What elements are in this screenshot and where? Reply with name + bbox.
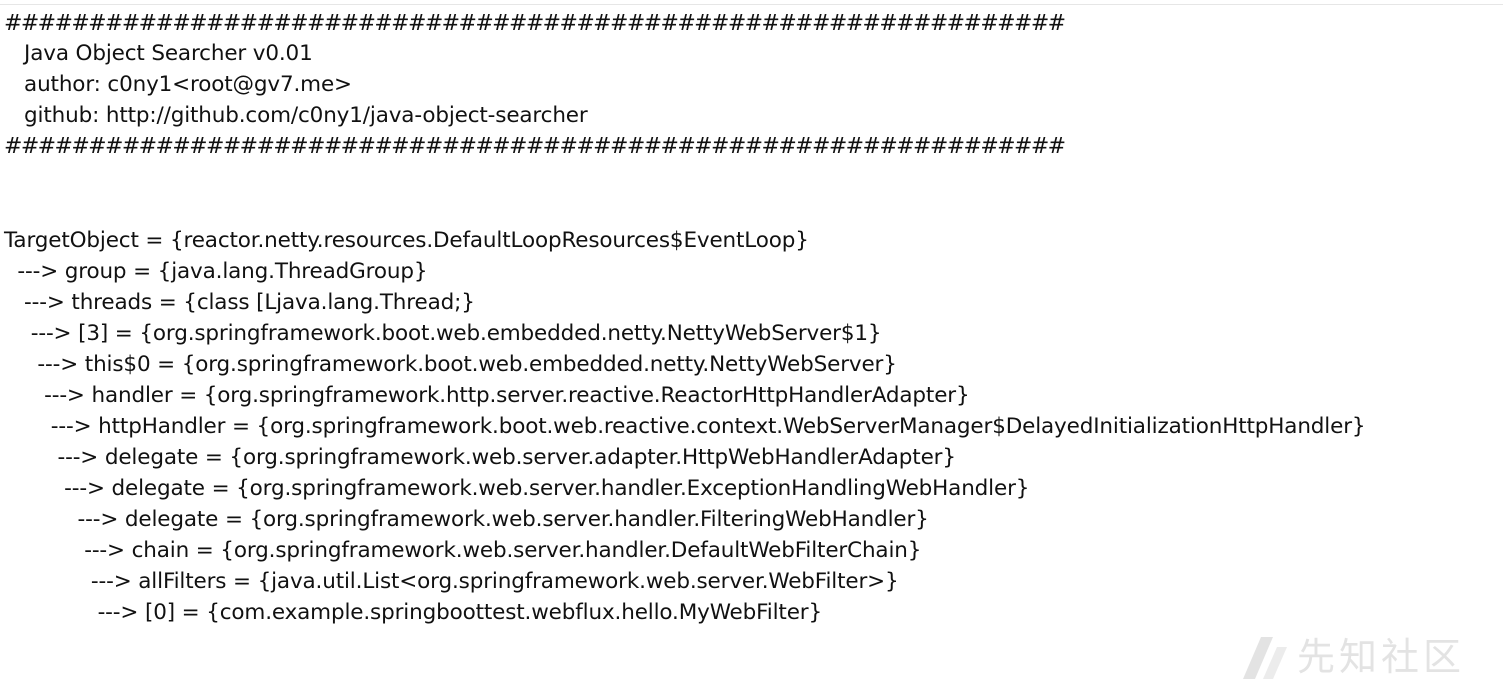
chain-line: ---> this$0 = {org.springframework.boot.… bbox=[4, 352, 897, 377]
chain-line: ---> [3] = {org.springframework.boot.web… bbox=[4, 321, 882, 346]
console-output: ########################################… bbox=[4, 8, 1499, 648]
xianzhi-watermark: 先知社区 bbox=[1233, 629, 1483, 685]
chain-line: ---> delegate = {org.springframework.web… bbox=[4, 476, 1030, 501]
github-line: github: http://github.com/c0ny1/java-obj… bbox=[4, 103, 588, 128]
banner-rule-bottom: ########################################… bbox=[4, 134, 1066, 159]
target-object-line: TargetObject = {reactor.netty.resources.… bbox=[4, 228, 809, 253]
chain-line: ---> allFilters = {java.util.List<org.sp… bbox=[4, 569, 899, 594]
watermark-text: 先知社区 bbox=[1297, 635, 1466, 679]
xianzhi-logo-icon bbox=[1243, 637, 1287, 679]
chain-line: ---> httpHandler = {org.springframework.… bbox=[4, 414, 1366, 439]
tool-name-line: Java Object Searcher v0.01 bbox=[4, 41, 313, 66]
top-border bbox=[0, 4, 1503, 5]
chain-line: ---> threads = {class [Ljava.lang.Thread… bbox=[4, 290, 475, 315]
chain-line: ---> [0] = {com.example.springboottest.w… bbox=[4, 600, 823, 625]
author-line: author: c0ny1<root@gv7.me> bbox=[4, 72, 352, 97]
chain-line: ---> handler = {org.springframework.http… bbox=[4, 383, 970, 408]
banner-rule-top: ########################################… bbox=[4, 11, 1066, 36]
chain-line: ---> group = {java.lang.ThreadGroup} bbox=[4, 259, 428, 284]
chain-line: ---> delegate = {org.springframework.web… bbox=[4, 445, 956, 470]
chain-line: ---> delegate = {org.springframework.web… bbox=[4, 507, 929, 532]
chain-line: ---> chain = {org.springframework.web.se… bbox=[4, 538, 922, 563]
